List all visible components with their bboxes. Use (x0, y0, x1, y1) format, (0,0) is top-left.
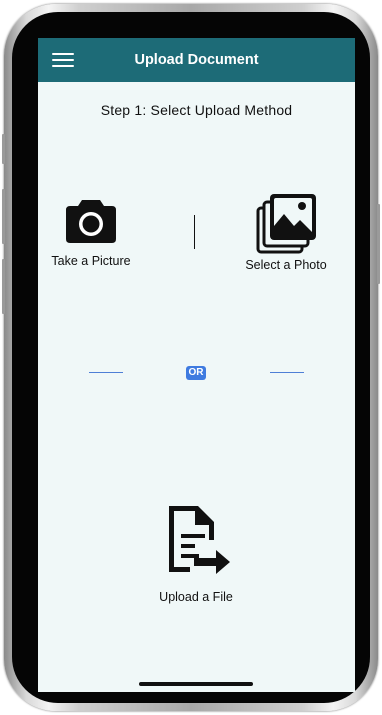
select-photo-label: Select a Photo (245, 258, 327, 272)
side-button (2, 134, 5, 164)
home-indicator[interactable] (139, 682, 253, 686)
or-badge: OR (186, 366, 206, 380)
volume-up-button (2, 189, 5, 244)
app-header: Upload Document (38, 38, 355, 82)
camera-icon (66, 200, 116, 243)
file-upload-icon (169, 506, 230, 574)
page-title: Upload Document (134, 52, 259, 68)
app-screen: Upload Document Step 1: Select Upload Me… (38, 38, 355, 692)
option-divider (194, 215, 195, 249)
upload-file-label: Upload a File (159, 590, 233, 604)
select-photo-button[interactable]: Select a Photo (236, 192, 336, 272)
take-picture-label: Take a Picture (51, 254, 131, 268)
take-picture-button[interactable]: Take a Picture (51, 196, 131, 268)
separator-line-right (270, 372, 304, 373)
volume-down-button (2, 259, 5, 314)
power-button (377, 204, 380, 284)
upload-file-button[interactable]: Upload a File (146, 504, 246, 604)
separator-line-left (89, 372, 123, 373)
photo-gallery-icon (256, 194, 316, 254)
step-title: Step 1: Select Upload Method (100, 102, 293, 118)
